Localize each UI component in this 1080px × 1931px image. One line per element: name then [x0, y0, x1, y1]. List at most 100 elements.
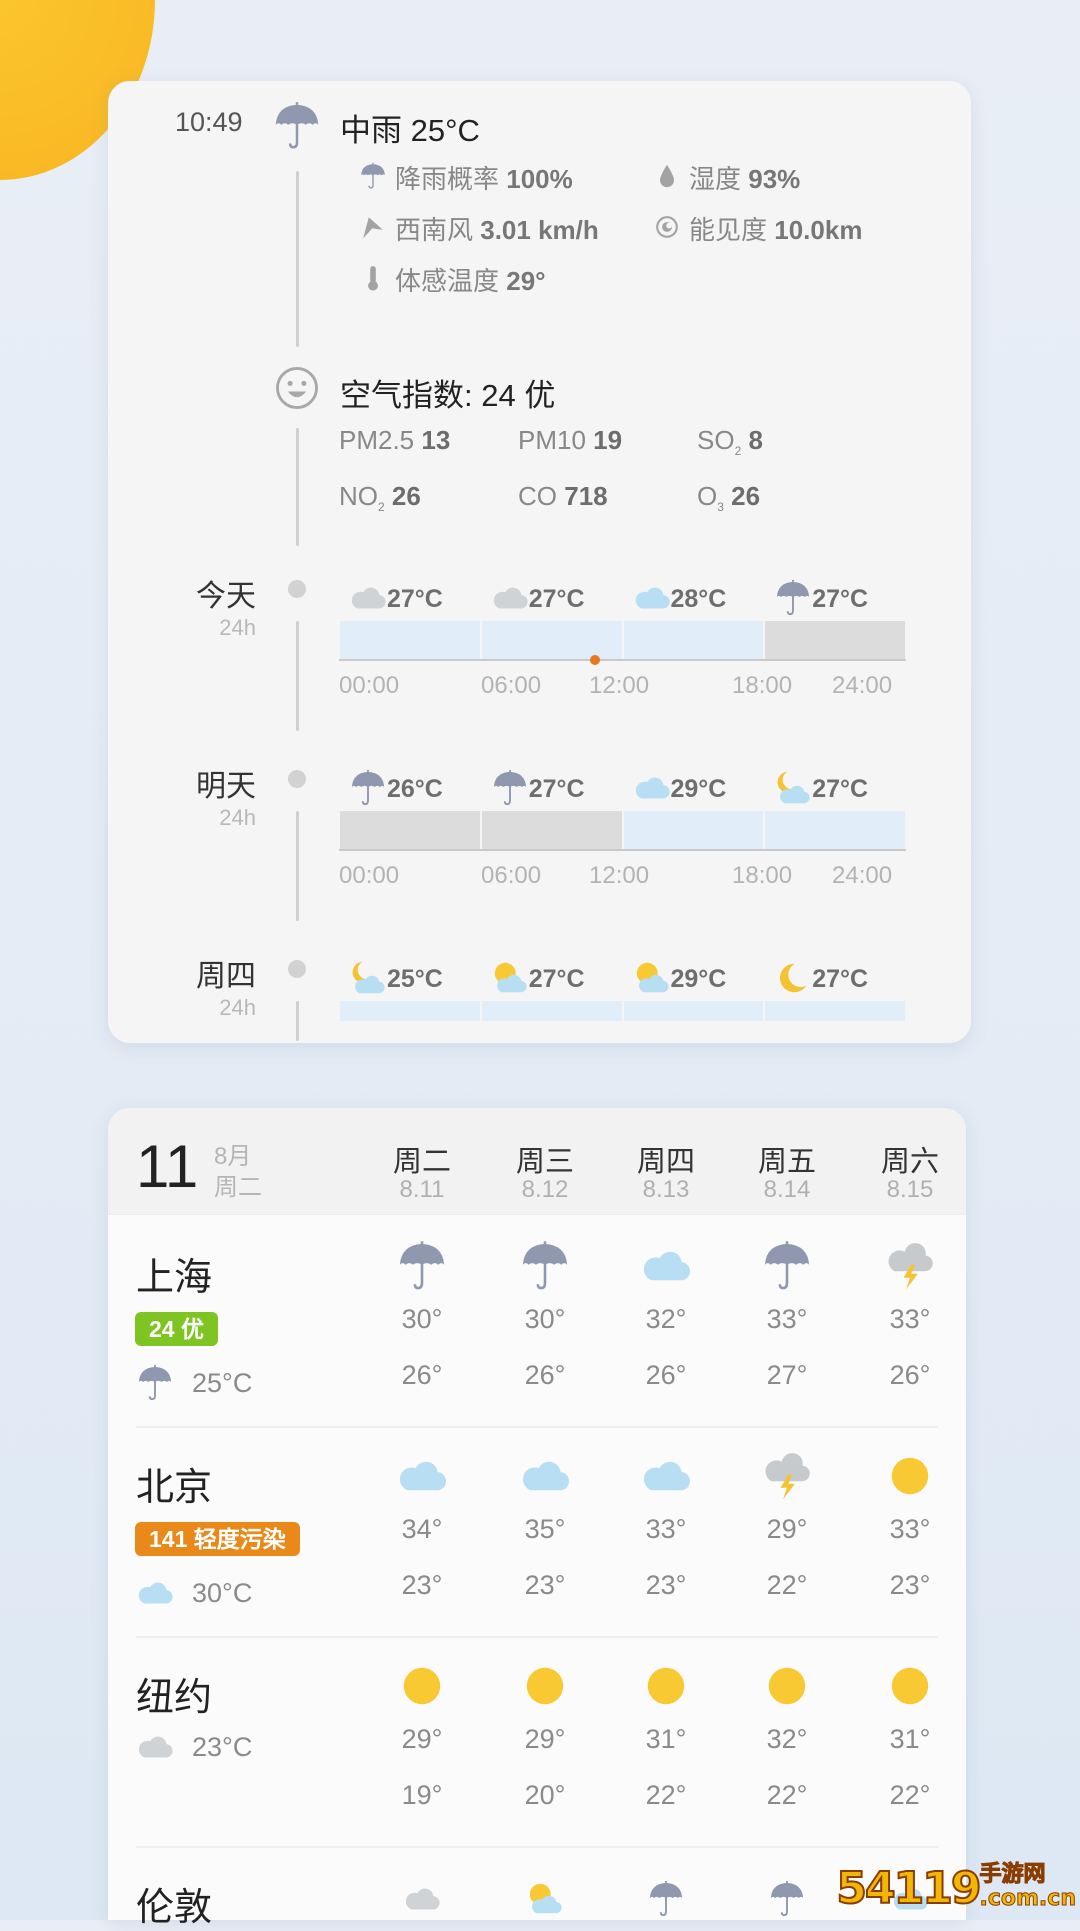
time-axis — [339, 849, 906, 851]
sun-icon — [761, 1660, 813, 1712]
cloud-icon — [633, 769, 671, 807]
low-temp: 26° — [889, 1360, 931, 1390]
pollutant-item: PM10 19 — [518, 425, 622, 458]
column-weekday: 周二 — [392, 1146, 451, 1178]
cloud-icon — [640, 1450, 692, 1502]
period-temp: 25°C — [387, 965, 443, 993]
current-condition-title: 中雨 25°C — [340, 113, 480, 148]
today-weekday: 周二 — [214, 1174, 262, 1201]
current-weather-card[interactable]: 10:49 中雨 25°C 降雨概率 100% 湿度 93% 西南风 3.01 … — [108, 81, 971, 1043]
pollutant-value: 26 — [731, 481, 761, 511]
high-temp: 35° — [524, 1514, 566, 1544]
pollutant-name: NO — [339, 481, 378, 511]
detail-value: 29° — [506, 266, 546, 296]
city-name: 纽约 — [136, 1677, 213, 1719]
detail-value: 3.01 km/h — [480, 215, 599, 245]
partly-cloudy-night-icon — [349, 959, 387, 997]
low-temp: 23° — [645, 1570, 687, 1600]
detail-label: 西南风 — [395, 215, 474, 245]
low-temp: 22° — [889, 1780, 931, 1810]
umbrella-icon — [272, 101, 322, 151]
city-forecast-card[interactable]: 11 8月 周二 周二 8.11 周三 8.12 周四 8.13 周五 8.14… — [108, 1108, 966, 1929]
cloud-gray-icon — [491, 579, 529, 617]
timeline-line — [296, 1001, 299, 1041]
detail-label: 湿度 — [689, 164, 742, 194]
umbrella-icon — [519, 1240, 571, 1292]
low-temp: 26° — [401, 1360, 443, 1390]
period-temp: 27°C — [528, 965, 585, 993]
condition-bar — [765, 1001, 905, 1021]
pollutant-name: SO — [697, 425, 735, 455]
high-temp: 30° — [524, 1304, 566, 1334]
umbrella-icon — [396, 1240, 448, 1292]
current-time: 10:49 — [175, 107, 243, 137]
thermometer-icon — [359, 264, 387, 292]
watermark-number: 54119 — [835, 1862, 982, 1915]
pollutant-subscript: 2 — [734, 444, 742, 459]
city-current-temp: 25°C — [192, 1368, 253, 1398]
time-tick: 24:00 — [832, 672, 893, 699]
condition-bar — [481, 1001, 622, 1021]
aqi-badge: 141 轻度污染 — [135, 1522, 300, 1556]
eye-icon — [653, 213, 681, 241]
low-temp: 19° — [401, 1780, 443, 1810]
period-temp: 28°C — [670, 585, 727, 613]
detail-value: 10.0km — [774, 215, 863, 245]
high-temp: 29° — [766, 1514, 808, 1544]
high-temp: 31° — [889, 1724, 931, 1754]
umbrella-icon — [647, 1880, 685, 1918]
day-span: 24h — [219, 615, 256, 640]
low-temp: 26° — [524, 1360, 566, 1390]
pollutant-value: 8 — [748, 425, 763, 455]
timeline-line — [296, 428, 299, 546]
cloud-icon — [633, 579, 671, 617]
low-temp: 22° — [645, 1780, 687, 1810]
detail-label: 能见度 — [689, 215, 768, 245]
high-temp: 29° — [524, 1724, 566, 1754]
smiley-icon — [274, 365, 320, 411]
umbrella-small-icon — [359, 162, 387, 190]
sun-icon — [884, 1660, 936, 1712]
thunder-icon — [761, 1450, 813, 1502]
condition-bar — [481, 621, 622, 659]
condition-bar — [340, 1001, 480, 1021]
sun-icon — [640, 1660, 692, 1712]
watermark-domain: .com.cn — [979, 1886, 1076, 1911]
row-divider — [136, 1426, 938, 1428]
day-label: 明天 — [196, 770, 256, 803]
high-temp: 33° — [889, 1514, 931, 1544]
period-temp: 27°C — [387, 585, 443, 613]
time-axis — [339, 659, 906, 661]
time-tick: 00:00 — [339, 862, 400, 889]
condition-bar — [623, 811, 764, 849]
low-temp: 27° — [766, 1360, 808, 1390]
column-date: 8.11 — [399, 1176, 445, 1203]
umbrella-icon — [761, 1240, 813, 1292]
wind-arrow-icon — [359, 213, 387, 241]
partly-cloudy-day-icon — [491, 959, 529, 997]
detail-label: 降雨概率 — [395, 164, 500, 194]
air-quality-title: 空气指数: 24 优 — [340, 378, 556, 413]
droplet-icon — [653, 162, 681, 190]
day-span: 24h — [219, 805, 256, 830]
timeline-dot — [288, 770, 306, 788]
current-time-marker — [589, 655, 600, 665]
high-temp: 31° — [645, 1724, 687, 1754]
period-temp: 27°C — [812, 585, 869, 613]
pollutant-subscript: 3 — [717, 500, 724, 515]
pollutant-name: PM2.5 — [339, 425, 415, 455]
cloud-gray-icon — [349, 579, 387, 617]
column-weekday: 周五 — [757, 1146, 816, 1178]
column-date: 8.13 — [642, 1176, 690, 1203]
condition-bar — [340, 811, 480, 849]
low-temp: 22° — [766, 1780, 808, 1810]
day-label: 周四 — [196, 960, 256, 993]
watermark-logo: 54119手游网 .com.cn — [835, 1862, 1076, 1915]
column-date: 8.15 — [886, 1176, 934, 1203]
time-tick: 18:00 — [732, 862, 793, 889]
time-tick: 24:00 — [832, 862, 893, 889]
time-tick: 12:00 — [589, 862, 650, 889]
high-temp: 33° — [766, 1304, 808, 1334]
column-date: 8.14 — [763, 1176, 811, 1203]
thunder-icon — [884, 1240, 936, 1292]
